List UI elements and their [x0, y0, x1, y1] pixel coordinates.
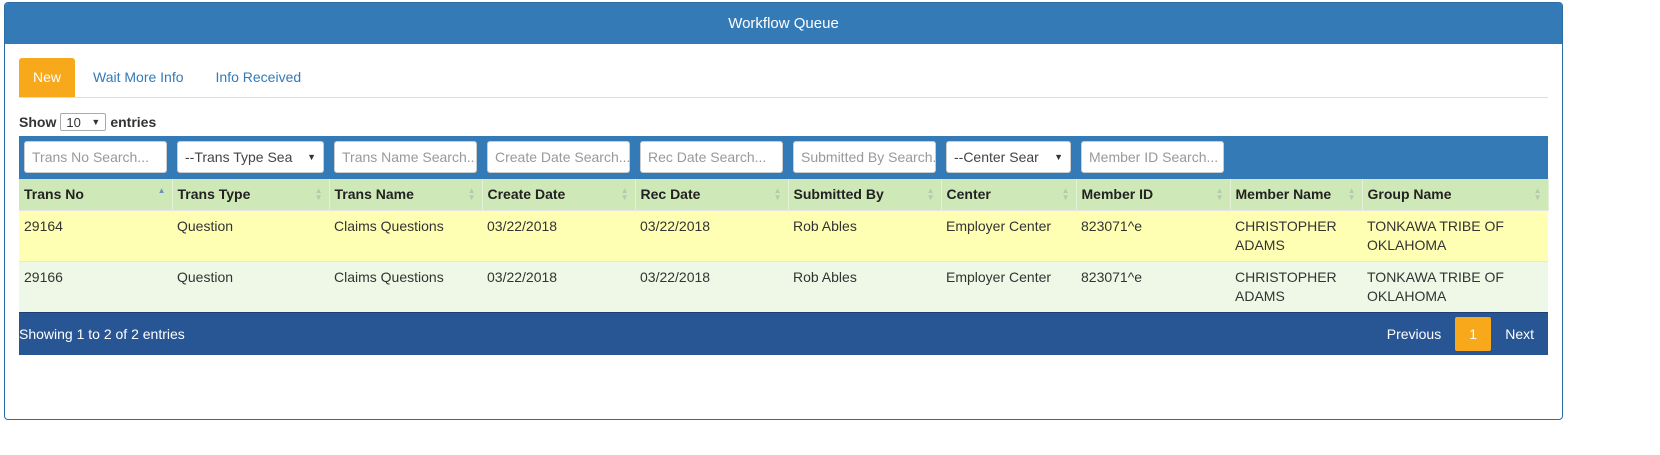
cell-submitted-by: Rob Ables — [793, 217, 857, 234]
col-header-label: Group Name — [1367, 186, 1452, 203]
col-header-label: Center — [946, 186, 991, 203]
chevron-down-icon: ▼ — [1054, 152, 1063, 162]
tab-wait-more-info[interactable]: Wait More Info — [79, 58, 198, 97]
cell-trans-type: Question — [177, 268, 234, 285]
sort-both-icon: ▲ ▼ — [314, 186, 323, 202]
tab-info-received[interactable]: Info Received — [202, 58, 316, 97]
col-header-rec-date[interactable]: Rec Date ▲ ▼ — [635, 179, 789, 210]
col-header-center[interactable]: Center ▲ ▼ — [941, 179, 1077, 210]
trans-no-search-placeholder: Trans No Search... — [32, 149, 149, 165]
entries-info: Showing 1 to 2 of 2 entries — [19, 325, 185, 342]
cell-group-name: TONKAWA TRIBE OF OKLAHOMA — [1367, 217, 1504, 253]
col-header-trans-type[interactable]: Trans Type ▲ ▼ — [172, 179, 330, 210]
col-header-label: Member Name — [1235, 186, 1332, 203]
length-value: 10 — [66, 114, 81, 130]
page-1-button[interactable]: 1 — [1455, 316, 1492, 351]
cell-trans-type: Question — [177, 217, 234, 234]
member-id-search-input[interactable]: Member ID Search... — [1081, 141, 1224, 173]
length-suffix: entries — [110, 114, 157, 130]
panel-title: Workflow Queue — [728, 15, 839, 32]
submitted-by-search-input[interactable]: Submitted By Search... — [793, 141, 936, 173]
chevron-down-icon: ▼ — [91, 117, 101, 127]
next-page-button[interactable]: Next — [1491, 326, 1548, 342]
cell-member-id: 823071^e — [1081, 217, 1143, 234]
create-date-search-input[interactable]: Create Date Search... — [487, 141, 630, 173]
rec-date-search-placeholder: Rec Date Search... — [648, 149, 767, 165]
entries-length-select[interactable]: 10 ▼ — [60, 113, 107, 131]
workflow-table: Trans No ▲ Trans Type ▲ ▼ Trans Name ▲ ▼ Crea… — [19, 179, 1549, 312]
trans-type-select-value: --Trans Type Sea — [185, 149, 293, 165]
sort-both-icon: ▲ ▼ — [773, 186, 782, 202]
cell-member-name: CHRISTOPHER ADAMS — [1235, 217, 1337, 253]
cell-submitted-by: Rob Ables — [793, 268, 857, 285]
trans-type-select[interactable]: --Trans Type Sea ▼ — [177, 141, 324, 173]
cell-member-id: 823071^e — [1081, 268, 1143, 285]
cell-create-date: 03/22/2018 — [487, 268, 558, 285]
member-id-search-placeholder: Member ID Search... — [1089, 149, 1219, 165]
tab-new[interactable]: New — [19, 58, 76, 97]
center-select-value: --Center Sear — [954, 149, 1039, 165]
length-prefix: Show — [19, 114, 57, 130]
sort-both-icon: ▲ ▼ — [1061, 186, 1070, 202]
trans-name-search-placeholder: Trans Name Search... — [342, 149, 477, 165]
cell-trans-no: 29164 — [24, 217, 63, 234]
col-header-group-name[interactable]: Group Name ▲ ▼ — [1362, 179, 1549, 210]
submitted-by-search-placeholder: Submitted By Search... — [801, 149, 936, 165]
cell-rec-date: 03/22/2018 — [640, 217, 711, 234]
cell-trans-name: Claims Questions — [334, 268, 444, 285]
create-date-search-placeholder: Create Date Search... — [495, 149, 630, 165]
col-header-label: Submitted By — [793, 186, 884, 203]
cell-trans-name: Claims Questions — [334, 217, 444, 234]
cell-group-name: TONKAWA TRIBE OF OKLAHOMA — [1367, 268, 1504, 304]
rec-date-search-input[interactable]: Rec Date Search... — [640, 141, 783, 173]
queue-tabs: New Wait More Info Info Received — [19, 58, 1548, 98]
col-header-member-name[interactable]: Member Name ▲ ▼ — [1230, 179, 1363, 210]
col-header-create-date[interactable]: Create Date ▲ ▼ — [482, 179, 636, 210]
trans-name-search-input[interactable]: Trans Name Search... — [334, 141, 477, 173]
sort-both-icon: ▲ ▼ — [467, 186, 476, 202]
table-footer: Showing 1 to 2 of 2 entries Previous 1 N… — [19, 311, 1548, 355]
col-header-label: Trans Type — [177, 186, 251, 203]
sort-both-icon: ▲ ▼ — [1347, 186, 1356, 202]
col-header-trans-name[interactable]: Trans Name ▲ ▼ — [329, 179, 483, 210]
sort-both-icon: ▲ ▼ — [926, 186, 935, 202]
cell-create-date: 03/22/2018 — [487, 217, 558, 234]
col-header-submitted-by[interactable]: Submitted By ▲ ▼ — [788, 179, 942, 210]
col-header-label: Rec Date — [640, 186, 701, 203]
sort-both-icon: ▲ ▼ — [620, 186, 629, 202]
cell-member-name: CHRISTOPHER ADAMS — [1235, 268, 1337, 304]
column-filter-bar: Trans No Search... --Trans Type Sea ▼ Tr… — [19, 136, 1548, 179]
previous-page-button[interactable]: Previous — [1373, 326, 1455, 342]
sort-both-icon: ▲ ▼ — [1533, 186, 1542, 202]
chevron-down-icon: ▼ — [307, 152, 316, 162]
cell-rec-date: 03/22/2018 — [640, 268, 711, 285]
col-header-label: Create Date — [487, 186, 566, 203]
center-select[interactable]: --Center Sear ▼ — [946, 141, 1071, 173]
pagination: Previous 1 Next — [1373, 316, 1548, 351]
table-row[interactable]: 29164 Question Claims Questions 03/22/20… — [19, 210, 1548, 261]
table-row[interactable]: 29166 Question Claims Questions 03/22/20… — [19, 261, 1548, 312]
entries-length-control: Show 10 ▼ entries — [19, 112, 1548, 132]
panel-body: New Wait More Info Info Received Show 10… — [5, 44, 1562, 355]
table-header-row: Trans No ▲ Trans Type ▲ ▼ Trans Name ▲ ▼ Crea… — [19, 179, 1549, 210]
workflow-queue-panel: Workflow Queue New Wait More Info Info R… — [4, 2, 1563, 420]
col-header-label: Member ID — [1081, 186, 1154, 203]
sort-asc-icon: ▲ — [157, 186, 166, 195]
col-header-label: Trans Name — [334, 186, 414, 203]
cell-center: Employer Center — [946, 268, 1052, 285]
col-header-label: Trans No — [24, 186, 84, 203]
col-header-member-id[interactable]: Member ID ▲ ▼ — [1076, 179, 1231, 210]
cell-trans-no: 29166 — [24, 268, 63, 285]
sort-both-icon: ▲ ▼ — [1215, 186, 1224, 202]
trans-no-search-input[interactable]: Trans No Search... — [24, 141, 167, 173]
panel-heading: Workflow Queue — [5, 3, 1562, 44]
cell-center: Employer Center — [946, 217, 1052, 234]
col-header-trans-no[interactable]: Trans No ▲ — [19, 179, 173, 210]
